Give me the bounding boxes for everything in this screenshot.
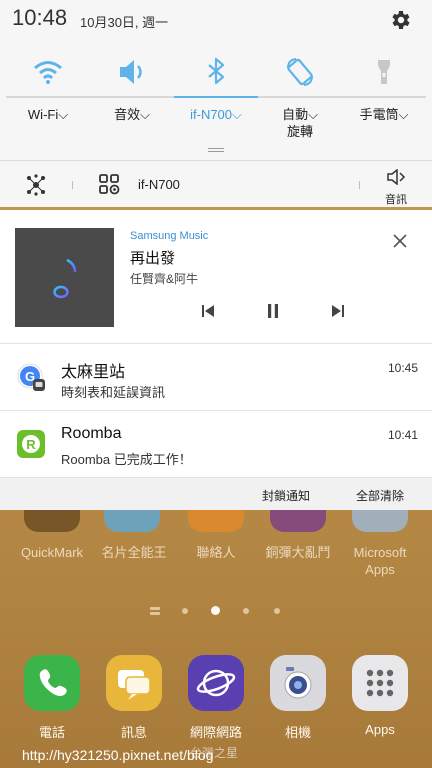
device-name[interactable]: if-N700	[138, 177, 180, 192]
audio-output-button[interactable]: 音訊	[380, 168, 412, 207]
tile-indicator	[6, 96, 90, 98]
tile-label: if-N700⌵	[190, 107, 242, 122]
page-dot	[243, 608, 249, 614]
song-artist: 任賢齊&阿牛	[130, 272, 199, 286]
quick-settings-tiles: Wi-Fi⌵ 音效⌵ if-N700⌵ 自動⌵ 旋轉 手電筒⌵	[0, 48, 432, 140]
messages-icon[interactable]	[106, 655, 162, 711]
tile-sound[interactable]: 音效⌵	[90, 48, 174, 140]
tile-flashlight[interactable]: 手電筒⌵	[342, 48, 426, 140]
notification-title: Roomba	[61, 425, 122, 442]
quick-panel: 10:48 10月30日, 週一 Wi-Fi⌵ 音效⌵ if-N700⌵ 自動⌵…	[0, 0, 432, 207]
album-art	[15, 228, 114, 327]
date: 10月30日, 週一	[80, 15, 169, 30]
roomba-icon: R	[17, 430, 45, 458]
tile-indicator	[342, 96, 426, 98]
dock-label[interactable]: 相機	[258, 722, 338, 741]
tile-wifi[interactable]: Wi-Fi⌵	[6, 48, 90, 140]
dock-label[interactable]: 電話	[12, 722, 92, 741]
divider	[72, 181, 73, 189]
app-label[interactable]: 銅彈大亂鬥	[254, 544, 342, 561]
tile-label: 音效⌵	[114, 107, 150, 122]
internet-icon[interactable]	[188, 655, 244, 711]
song-title: 再出發	[130, 250, 176, 267]
svg-text:R: R	[26, 437, 36, 452]
quickmark-app-icon[interactable]	[24, 510, 80, 532]
contacts-app-icon[interactable]	[188, 510, 244, 532]
auto-rotate-icon	[287, 58, 313, 86]
tile-label: Wi-Fi⌵	[27, 107, 69, 122]
page-dot	[182, 608, 188, 614]
phone-icon[interactable]	[24, 655, 80, 711]
app-label[interactable]: 名片全能王	[90, 544, 178, 561]
wifi-icon	[34, 61, 62, 84]
audio-output-label: 音訊	[385, 194, 407, 206]
camera-icon[interactable]	[270, 655, 326, 711]
microsoft-apps-icon[interactable]	[352, 510, 408, 532]
connected-devices-icon[interactable]	[24, 173, 48, 197]
audio-output-icon	[387, 168, 406, 186]
notification-actions: 封鎖通知 全部清除	[0, 477, 432, 510]
google-icon: G	[17, 363, 45, 391]
next-track-icon[interactable]	[329, 302, 347, 320]
app-label[interactable]: Microsoft Apps	[336, 544, 424, 578]
dock-label[interactable]: 網際網路	[176, 722, 256, 741]
bluetooth-icon	[208, 57, 225, 85]
notification-time: 10:41	[387, 428, 418, 442]
notification-item[interactable]: G 太麻里站 時刻表和延誤資訊 10:45	[0, 343, 432, 409]
media-app-name: Samsung Music	[130, 230, 209, 242]
page-dot	[150, 612, 160, 615]
page-dot-current	[211, 606, 220, 615]
dock-label[interactable]: 訊息	[94, 722, 174, 741]
tile-indicator	[90, 96, 174, 98]
device-row: if-N700 音訊	[0, 161, 432, 207]
notification-title: 太麻里站	[61, 364, 126, 381]
notification-body: 時刻表和延誤資訊	[61, 385, 166, 400]
block-notifications-button[interactable]: 封鎖通知	[262, 487, 310, 504]
divider	[359, 181, 360, 189]
game-app-icon[interactable]	[270, 510, 326, 532]
tile-auto-rotate[interactable]: 自動⌵ 旋轉	[258, 48, 342, 140]
notification-item[interactable]: R Roomba Roomba 已完成工作！ 10:41	[0, 410, 432, 476]
flashlight-icon	[378, 60, 390, 84]
volume-icon	[120, 60, 142, 84]
dock-label[interactable]: Apps	[340, 722, 420, 737]
clear-all-button[interactable]: 全部清除	[356, 487, 404, 504]
page-dot	[150, 607, 160, 610]
app-label[interactable]: 聯絡人	[172, 544, 260, 561]
tile-indicator	[174, 96, 258, 98]
tile-label: 手電筒⌵	[359, 107, 409, 122]
pause-icon[interactable]	[264, 302, 282, 320]
close-icon[interactable]	[391, 232, 409, 250]
app-label[interactable]: QuickMark	[8, 544, 96, 561]
watermark: http://hy321250.pixnet.net/blog	[22, 747, 214, 763]
tile-bluetooth[interactable]: if-N700⌵	[174, 48, 258, 140]
tile-label: 自動⌵ 旋轉	[282, 107, 318, 139]
notification-list: Samsung Music 再出發 任賢齊&阿牛 G 太麻里站 時刻表和延誤資訊…	[0, 210, 432, 510]
clock: 10:48	[12, 5, 68, 30]
status-bar: 10:48 10月30日, 週一	[0, 0, 432, 40]
tile-indicator	[258, 96, 342, 98]
previous-track-icon[interactable]	[199, 302, 217, 320]
notification-time: 10:45	[387, 361, 418, 375]
media-notification[interactable]: Samsung Music 再出發 任賢齊&阿牛	[0, 210, 432, 342]
page-dot	[274, 608, 280, 614]
camcard-app-icon[interactable]	[104, 510, 160, 532]
notification-body: Roomba 已完成工作！	[61, 452, 192, 467]
settings-gear-icon[interactable]	[388, 8, 412, 32]
device-icon[interactable]	[98, 173, 120, 195]
apps-icon[interactable]	[352, 655, 408, 711]
page-indicator	[0, 605, 432, 617]
music-note-icon	[53, 258, 77, 299]
expand-handle[interactable]	[208, 148, 224, 152]
